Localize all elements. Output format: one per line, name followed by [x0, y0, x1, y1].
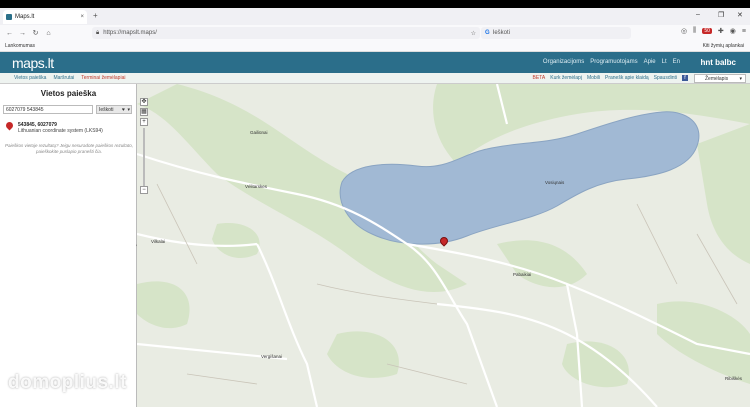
- header-link-en[interactable]: En: [673, 59, 680, 65]
- zoom-in-button[interactable]: +: [140, 118, 148, 126]
- search-button[interactable]: Ieškoti ♥ ▾: [96, 105, 132, 114]
- location-pin-icon: [4, 120, 15, 131]
- search-bar[interactable]: G Ieškoti: [481, 27, 631, 39]
- zoom-control: ✥ ▦ + −: [140, 98, 149, 196]
- zoom-out-button[interactable]: −: [140, 186, 148, 194]
- beta-label: BETA: [532, 75, 546, 81]
- tab-title: Maps.lt: [15, 14, 35, 20]
- tab-place-search[interactable]: Vietos paieška: [14, 75, 46, 81]
- tab-routes[interactable]: Maršrutai: [53, 75, 74, 81]
- watermark: domoplius.lt: [8, 372, 127, 393]
- link-mobile[interactable]: Mobili: [587, 75, 600, 81]
- chevron-down-icon: ▾: [739, 76, 742, 82]
- map-label-vilkalai: Vilkalai: [151, 239, 166, 244]
- shield-icon[interactable]: ◎: [681, 27, 687, 35]
- search-placeholder: Ieškoti: [492, 30, 511, 36]
- site-header: maps.lt Organizacijoms Programuotojams A…: [0, 52, 750, 73]
- header-link-organizations[interactable]: Organizacijoms: [543, 59, 584, 65]
- menu-icon[interactable]: ≡: [742, 28, 746, 35]
- new-tab-button[interactable]: +: [93, 11, 98, 20]
- tab-close-icon[interactable]: ×: [80, 14, 84, 20]
- toolbar-icons: ◎ ⫼ 50 ✚ ◉ ≡: [681, 27, 746, 35]
- back-icon[interactable]: ←: [3, 30, 16, 37]
- map-label-vosiunai: Vosiųnais: [545, 180, 565, 185]
- site-logo[interactable]: maps.lt: [12, 55, 54, 71]
- tab-strip: Maps.lt × + – ❐ ✕: [0, 8, 750, 25]
- reload-icon[interactable]: ↻: [29, 29, 42, 37]
- search-hint: Paieškos vietoje rezultatų? Jeigu nesura…: [4, 143, 134, 154]
- library-icon[interactable]: ⫼: [693, 27, 696, 35]
- search-button-label: Ieškoti: [99, 107, 114, 113]
- google-icon: G: [485, 30, 490, 36]
- extension-badge[interactable]: 50: [702, 28, 712, 34]
- address-bar[interactable]: 🔒︎ https://mapslt.maps/ ☆: [92, 27, 480, 39]
- subnav-right: BETA Kurk žemėlapį Mobili Pranešk apie k…: [533, 75, 688, 81]
- bookmarks-bar: Lankomumas Kiti žymių aplankai: [0, 41, 750, 52]
- map-label-pabaikiai: Pabaikiai: [513, 272, 532, 277]
- link-print[interactable]: Spausdinti: [654, 75, 677, 81]
- link-report-error[interactable]: Pranešk apie klaidą: [605, 75, 649, 81]
- bookmark-star-icon[interactable]: ☆: [471, 30, 476, 37]
- tab-thematic-maps[interactable]: Terminai žemėlapiai: [81, 75, 125, 81]
- brand-logo[interactable]: hnt balbc: [700, 58, 736, 67]
- subnav-left: Vietos paieška Maršrutai Terminai žemėla…: [14, 75, 125, 81]
- map-type-select[interactable]: Žemėlapis ▾: [694, 74, 746, 83]
- map-type-value: Žemėlapis: [705, 76, 729, 82]
- result-system: Lithuanian coordinate system (LKS94): [18, 128, 103, 134]
- map-label-ribiskes: Ribiškės: [725, 376, 743, 381]
- sub-navigation: Vietos paieška Maršrutai Terminai žemėla…: [0, 73, 750, 84]
- facebook-icon[interactable]: f: [682, 75, 688, 81]
- os-top-bar: [0, 0, 750, 8]
- map-label-velitarskes: Vėlitarskes: [245, 184, 268, 189]
- map-label-vergisanai: Vergišanai: [261, 354, 283, 359]
- header-link-lt[interactable]: Lt: [662, 59, 667, 65]
- header-link-developers[interactable]: Programuotojams: [590, 59, 637, 65]
- navigation-bar: ← → ↻ ⌂ 🔒︎ https://mapslt.maps/ ☆ G Iešk…: [0, 25, 750, 41]
- forward-icon[interactable]: →: [16, 30, 29, 37]
- heart-icon[interactable]: ♥: [122, 106, 125, 114]
- home-icon[interactable]: ⌂: [42, 30, 55, 37]
- chevron-down-icon[interactable]: ▾: [127, 106, 130, 114]
- url-text: https://mapslt.maps/: [103, 30, 157, 36]
- link-create-map[interactable]: Kurk žemėlapį: [550, 75, 582, 81]
- browser-tab[interactable]: Maps.lt ×: [3, 10, 87, 24]
- search-sidebar: Vietos paieška 6027079 543845 Ieškoti ♥ …: [0, 84, 137, 407]
- maximize-button[interactable]: ❐: [718, 11, 724, 19]
- header-link-about[interactable]: Apie: [644, 59, 656, 65]
- minimize-button[interactable]: –: [696, 11, 700, 18]
- maps-favicon-icon: [6, 14, 12, 20]
- pan-icon[interactable]: ✥: [140, 98, 148, 106]
- puzzle-icon[interactable]: ✚: [718, 27, 724, 35]
- map-label-gailiunai: Gailiūnai: [250, 130, 268, 135]
- window-close-button[interactable]: ✕: [737, 11, 743, 19]
- header-links: Organizacijoms Programuotojams Apie Lt E…: [543, 59, 680, 65]
- layers-icon[interactable]: ▦: [140, 108, 148, 116]
- sidebar-title: Vietos paieška: [40, 89, 97, 98]
- zoom-slider[interactable]: [143, 128, 145, 186]
- lock-icon: 🔒︎: [96, 29, 100, 36]
- bookmark-item[interactable]: Lankomumas: [5, 43, 35, 49]
- other-bookmarks[interactable]: Kiti žymių aplankai: [703, 43, 744, 49]
- account-icon[interactable]: ◉: [730, 27, 736, 35]
- coordinate-input[interactable]: 6027079 543845: [3, 105, 93, 114]
